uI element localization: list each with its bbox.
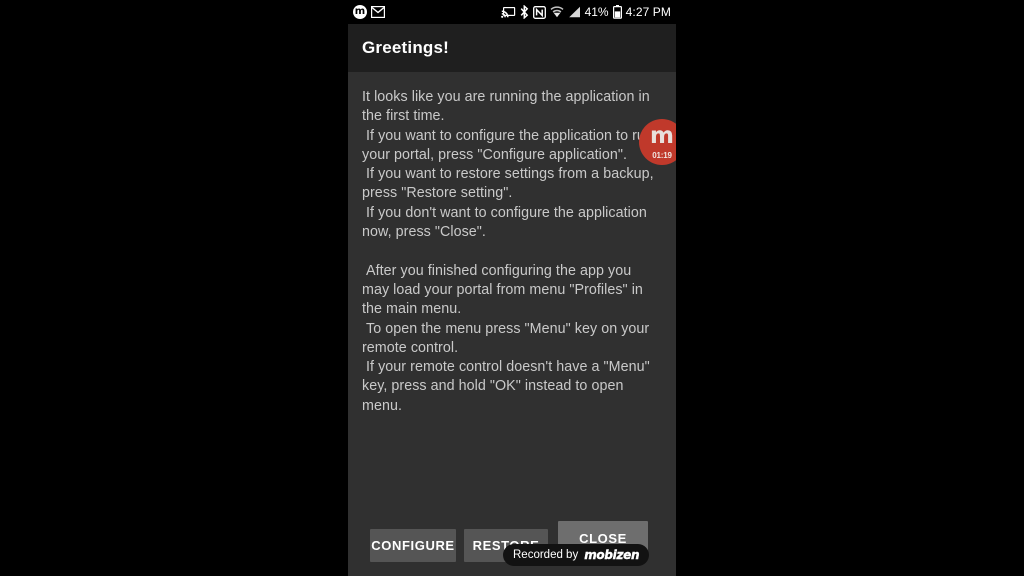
- dialog-body: It looks like you are running the applic…: [348, 72, 676, 512]
- status-bar-system-icons: 41% 4:27 PM: [500, 5, 671, 19]
- email-icon: [371, 6, 385, 18]
- bluetooth-icon: [520, 5, 529, 19]
- clock-label: 4:27 PM: [625, 5, 671, 19]
- mobizen-recorder-bubble[interactable]: m 01:19: [639, 119, 676, 165]
- phone-screen: m 41% 4:27 PM Greetings! It looks like y…: [348, 0, 676, 576]
- dialog-message: It looks like you are running the applic…: [362, 89, 654, 414]
- mobizen-notification-icon: m: [353, 5, 367, 19]
- cellular-signal-icon: [568, 6, 581, 18]
- status-bar-notifications: m: [353, 5, 385, 19]
- battery-percent-label: 41%: [584, 5, 609, 19]
- status-bar: m 41% 4:27 PM: [348, 0, 676, 24]
- mobizen-logo-icon: m: [650, 123, 674, 149]
- watermark-brand-label: mobizen: [584, 548, 640, 562]
- screen-cast-icon: [500, 6, 516, 19]
- configure-button[interactable]: CONFIGURE: [370, 529, 456, 562]
- dialog-title: Greetings!: [362, 38, 450, 57]
- wifi-icon: [550, 6, 564, 18]
- watermark-prefix-label: Recorded by: [513, 549, 579, 561]
- greetings-dialog: Greetings! It looks like you are running…: [348, 24, 676, 576]
- dialog-titlebar: Greetings!: [348, 24, 676, 72]
- recording-elapsed-label: 01:19: [652, 151, 672, 160]
- recording-watermark: Recorded by mobizen: [503, 544, 650, 566]
- battery-icon: [612, 5, 622, 19]
- nfc-icon: [532, 5, 546, 19]
